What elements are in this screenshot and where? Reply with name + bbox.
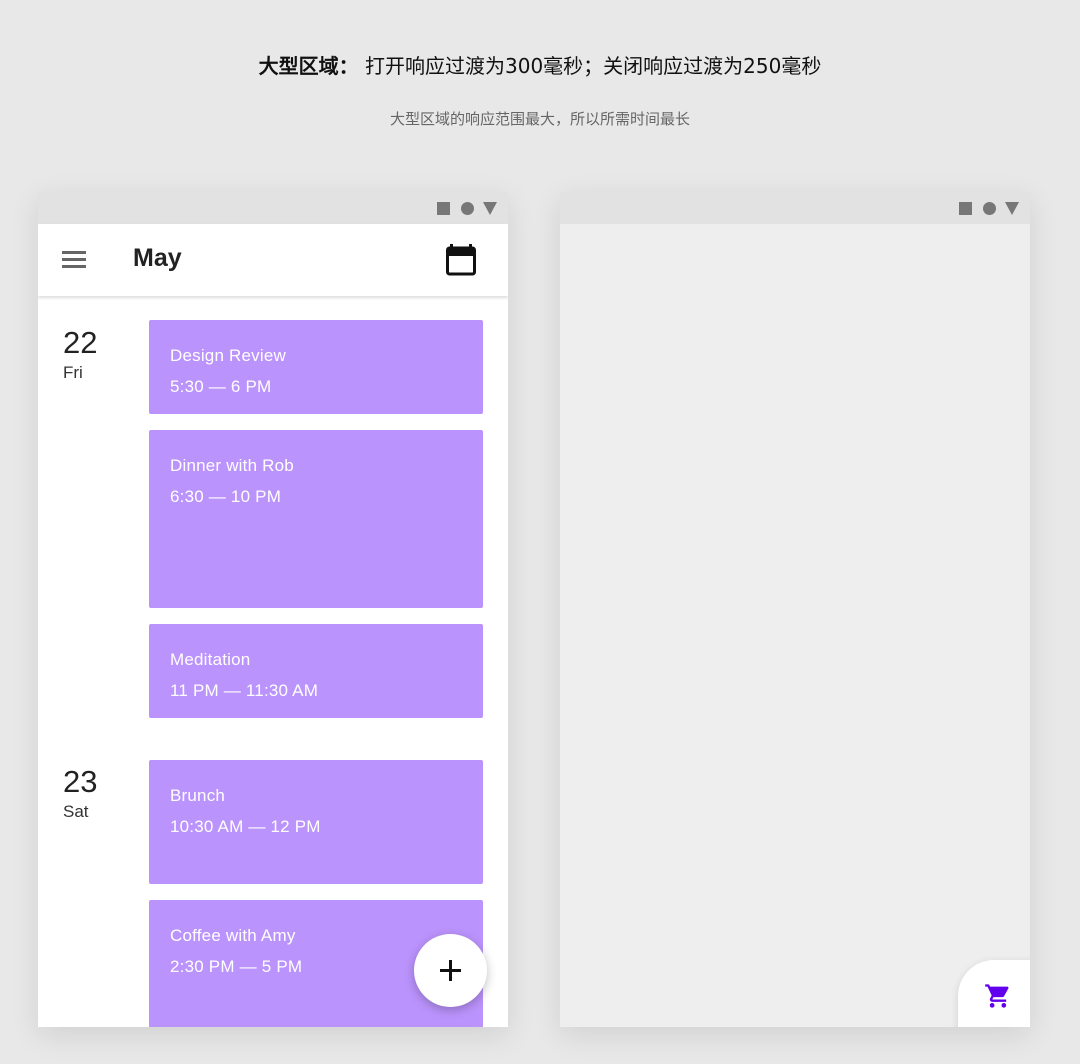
event-time: 11 PM — 11:30 AM — [170, 681, 319, 700]
day-number: 22 — [63, 325, 98, 360]
day-name: Sat — [63, 802, 89, 821]
caption-title: 大型区域： 打开响应过渡为300毫秒；关闭响应过渡为250毫秒 — [0, 50, 1080, 79]
home-icon — [461, 202, 474, 215]
cart-button[interactable] — [958, 960, 1030, 1027]
event-card[interactable]: Meditation 11 PM — 11:30 AM — [149, 624, 483, 718]
event-title: Design Review — [170, 346, 286, 365]
event-time: 5:30 — 6 PM — [170, 377, 272, 396]
day-name: Fri — [63, 363, 83, 382]
back-icon — [483, 202, 497, 215]
page-title: May — [133, 244, 182, 272]
event-time: 2:30 PM — 5 PM — [170, 957, 303, 976]
event-title: Dinner with Rob — [170, 456, 294, 475]
back-icon — [1005, 202, 1019, 215]
event-card[interactable]: Dinner with Rob 6:30 — 10 PM — [149, 430, 483, 608]
event-time: 10:30 AM — 12 PM — [170, 817, 321, 836]
add-event-button[interactable] — [414, 934, 487, 1007]
recent-apps-icon — [959, 202, 972, 215]
menu-icon[interactable] — [62, 250, 88, 270]
event-time: 6:30 — 10 PM — [170, 487, 282, 506]
status-bar — [560, 192, 1030, 224]
event-title: Brunch — [170, 786, 226, 805]
recent-apps-icon — [437, 202, 450, 215]
day-number: 23 — [63, 764, 98, 799]
plus-icon — [440, 960, 461, 981]
home-icon — [983, 202, 996, 215]
status-bar — [38, 192, 508, 224]
caption-subtitle: 大型区域的响应范围最大，所以所需时间最长 — [389, 110, 690, 128]
caption-title-rest: 打开响应过渡为300毫秒；关闭响应过渡为250毫秒 — [365, 54, 822, 78]
shopping-cart-icon — [985, 984, 1009, 1008]
event-card[interactable]: Brunch 10:30 AM — 12 PM — [149, 760, 483, 884]
calendar-icon[interactable] — [446, 244, 476, 276]
agenda-list: 22 Fri Design Review 5:30 — 6 PM Dinner … — [38, 296, 508, 1027]
event-title: Meditation — [170, 650, 251, 669]
event-card[interactable]: Design Review 5:30 — 6 PM — [149, 320, 483, 414]
calendar-phone-frame: May 22 Fri Design Review 5:30 — 6 PM Din… — [38, 192, 508, 1027]
app-bar: May — [38, 224, 508, 296]
event-title: Coffee with Amy — [170, 926, 296, 945]
empty-phone-frame — [560, 192, 1030, 1027]
caption-title-bold: 大型区域： — [258, 54, 359, 78]
